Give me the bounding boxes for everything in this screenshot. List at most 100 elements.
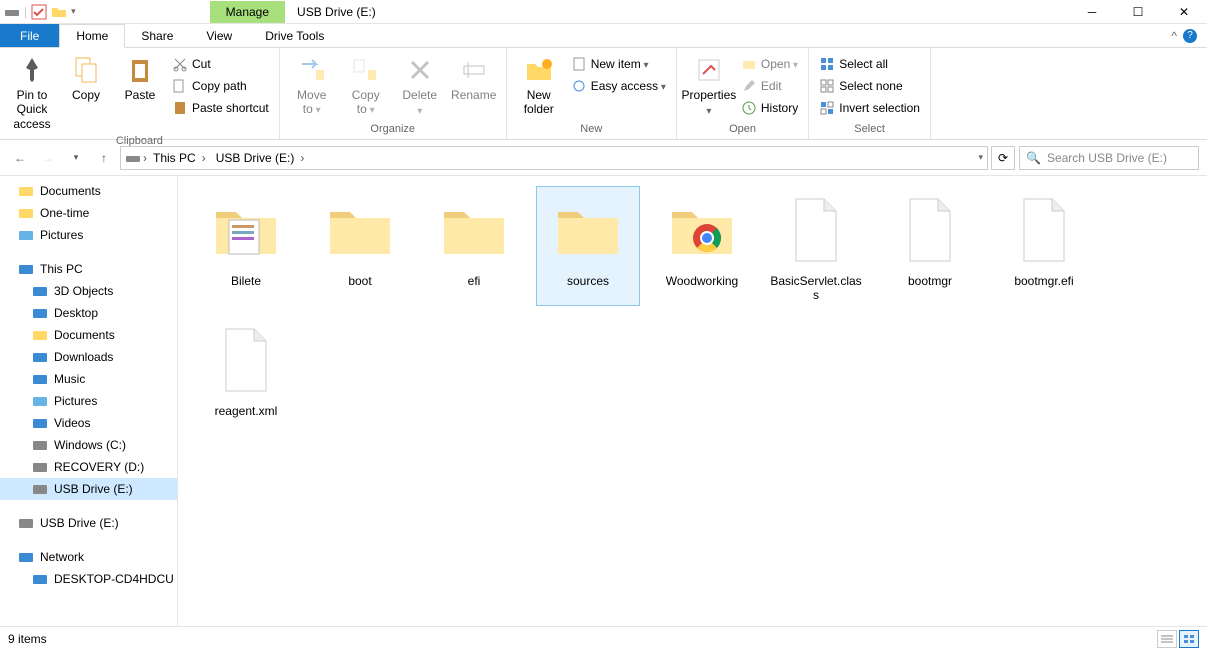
address-dropdown-icon[interactable]: ▾ [978,152,983,163]
file-icon [206,320,286,400]
invert-selection-button[interactable]: Invert selection [815,98,924,118]
tree-item[interactable]: Music [0,368,177,390]
file-item[interactable]: sources [536,186,640,306]
title-bar: | ▾ Manage USB Drive (E:) ─ ☐ ✕ [0,0,1207,24]
tree-label: Windows (C:) [54,438,126,452]
details-view-button[interactable] [1157,630,1177,648]
rename-button[interactable]: Rename [448,50,500,106]
tab-drive-tools[interactable]: Drive Tools [249,24,341,47]
tree-item[interactable]: This PC [0,258,177,280]
file-icon [776,190,856,270]
select-group-label: Select [815,123,924,137]
copy-button[interactable]: Copy [60,50,112,106]
tree-label: DESKTOP-CD4HDCU [54,572,174,586]
tab-home[interactable]: Home [59,24,125,48]
copy-label: Copy [72,88,100,102]
drive-icon [4,4,20,20]
file-icon [890,190,970,270]
tree-item[interactable]: Windows (C:) [0,434,177,456]
tree-item[interactable]: 3D Objects [0,280,177,302]
qat-folder-icon[interactable] [51,4,67,20]
cut-button[interactable]: Cut [168,54,273,74]
tree-item[interactable]: Documents [0,324,177,346]
new-folder-button[interactable]: New folder [513,50,565,121]
search-placeholder: Search USB Drive (E:) [1047,151,1167,165]
qat-dropdown-icon[interactable]: ▾ [71,6,76,17]
recent-dropdown[interactable]: ▾ [64,146,88,170]
tab-share[interactable]: Share [125,24,190,47]
folder-icon [206,190,286,270]
minimize-button[interactable]: ─ [1069,0,1115,24]
file-item[interactable]: bootmgr.efi [992,186,1096,306]
file-label: reagent.xml [215,404,278,418]
folder-icon [320,190,400,270]
tree-item[interactable]: DESKTOP-CD4HDCU [0,568,177,590]
ribbon-group-clipboard: Pin to Quick access Copy Paste Cut Copy … [0,48,280,139]
breadcrumb-segment[interactable]: USB Drive (E:) [212,151,309,165]
manage-context-tab[interactable]: Manage [210,1,285,23]
icons-view-button[interactable] [1179,630,1199,648]
tree-item[interactable]: Network [0,546,177,568]
back-button[interactable]: ← [8,146,32,170]
edit-button[interactable]: Edit [737,76,802,96]
tree-label: Downloads [54,350,113,364]
file-item[interactable]: boot [308,186,412,306]
tree-item[interactable]: USB Drive (E:) [0,512,177,534]
tree-item[interactable]: Pictures [0,224,177,246]
tree-item[interactable]: Desktop [0,302,177,324]
qat-checkbox-icon[interactable] [31,4,47,20]
easy-access-button[interactable]: Easy access [567,76,670,96]
qat-divider: | [24,5,27,19]
file-item[interactable]: Woodworking [650,186,754,306]
tree-label: Videos [54,416,90,430]
file-item[interactable]: BasicServlet.class [764,186,868,306]
close-button[interactable]: ✕ [1161,0,1207,24]
up-button[interactable]: ↑ [92,146,116,170]
ribbon-collapse-icon[interactable]: ^ [1171,29,1177,43]
tab-view[interactable]: View [190,24,249,47]
address-bar[interactable]: › This PC USB Drive (E:) ▾ [120,146,988,170]
tree-label: Music [54,372,85,386]
help-icon[interactable]: ? [1183,29,1197,43]
new-item-button[interactable]: New item [567,54,670,74]
file-item[interactable]: Bilete [194,186,298,306]
search-box[interactable]: 🔍 Search USB Drive (E:) [1019,146,1199,170]
paste-shortcut-button[interactable]: Paste shortcut [168,98,273,118]
ribbon-group-select: Select all Select none Invert selection … [809,48,931,139]
file-list[interactable]: Biletebootefisources Woodworking BasicServ… [178,176,1207,626]
breadcrumb-segment[interactable]: This PC [149,151,210,165]
tree-item[interactable]: One-time [0,202,177,224]
copy-path-button[interactable]: Copy path [168,76,273,96]
folder-icon [434,190,514,270]
properties-button[interactable]: Properties [683,50,735,122]
tree-item[interactable]: Pictures [0,390,177,412]
tree-item[interactable]: Documents [0,180,177,202]
search-icon: 🔍 [1026,151,1041,165]
forward-button[interactable]: → [36,146,60,170]
tree-item[interactable]: Downloads [0,346,177,368]
select-none-button[interactable]: Select none [815,76,924,96]
file-label: Woodworking [666,274,738,288]
navigation-tree[interactable]: Documents One-time Pictures This PC3D Objec… [0,176,178,626]
copy-to-button[interactable]: Copy to [340,50,392,121]
tab-file[interactable]: File [0,24,59,47]
select-all-button[interactable]: Select all [815,54,924,74]
tree-label: USB Drive (E:) [40,516,119,530]
maximize-button[interactable]: ☐ [1115,0,1161,24]
tree-item[interactable]: USB Drive (E:) [0,478,177,500]
file-item[interactable]: reagent.xml [194,316,298,422]
refresh-button[interactable]: ⟳ [991,146,1015,170]
history-button[interactable]: History [737,98,802,118]
pin-quick-access-button[interactable]: Pin to Quick access [6,50,58,135]
file-item[interactable]: bootmgr [878,186,982,306]
delete-button[interactable]: Delete [394,50,446,122]
tree-item[interactable]: Videos [0,412,177,434]
tree-item[interactable]: RECOVERY (D:) [0,456,177,478]
move-to-button[interactable]: Move to [286,50,338,121]
file-item[interactable]: efi [422,186,526,306]
ribbon-group-open: Properties Open Edit History Open [677,48,809,139]
paste-button[interactable]: Paste [114,50,166,106]
file-label: BasicServlet.class [768,274,864,302]
open-button[interactable]: Open [737,54,802,74]
tree-label: One-time [40,206,89,220]
